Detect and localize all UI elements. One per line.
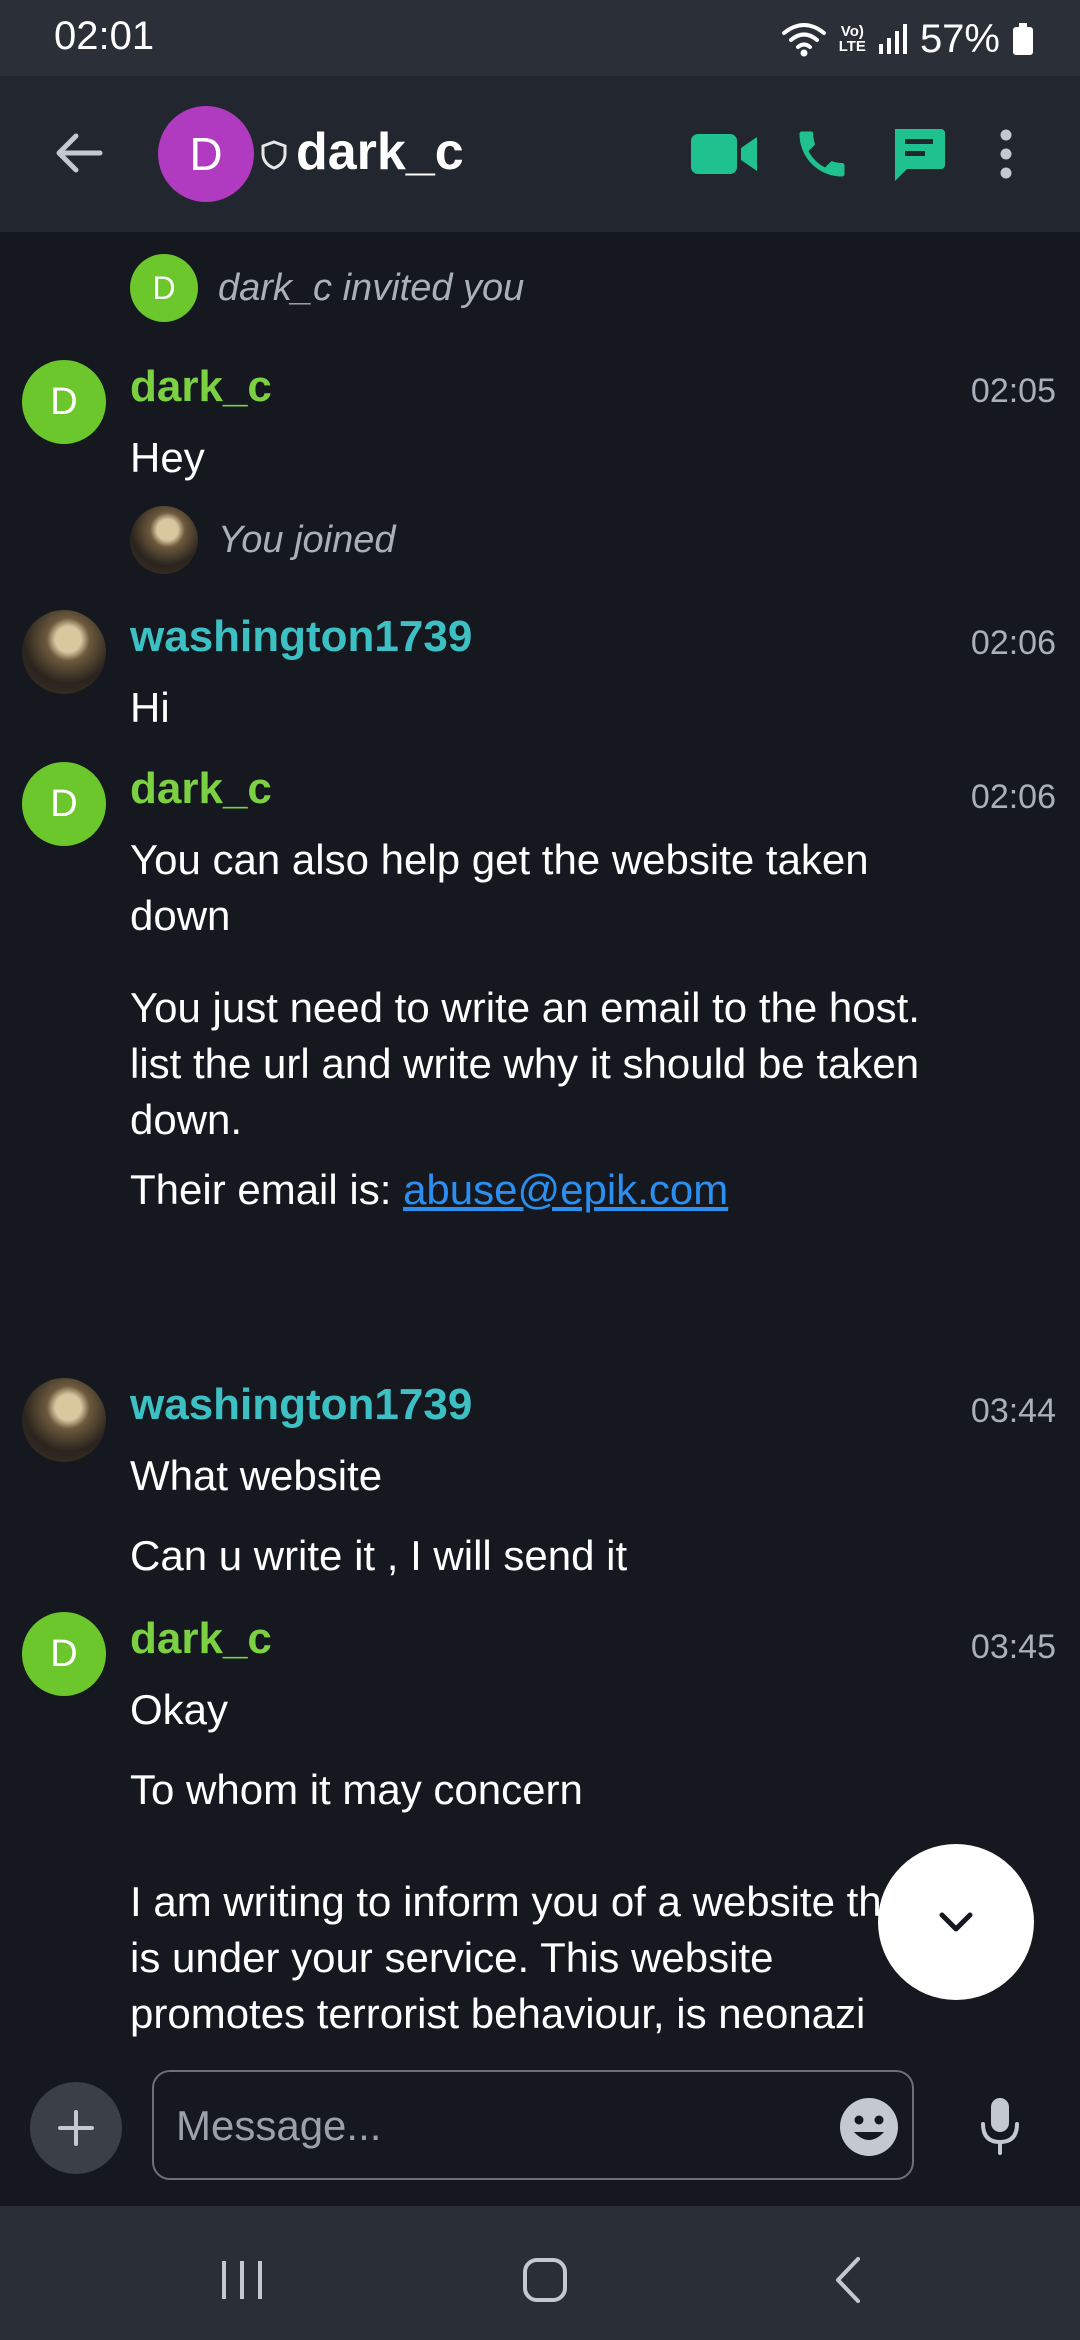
- message-body[interactable]: I am writing to inform you of a website …: [130, 1874, 950, 2042]
- sender-name[interactable]: dark_c: [130, 1614, 272, 1664]
- status-indicators: Vo) LTE 57%: [781, 14, 1034, 64]
- event-avatar: D: [130, 254, 198, 322]
- event-avatar: [130, 506, 198, 574]
- sender-avatar[interactable]: [22, 610, 106, 694]
- system-back-button[interactable]: [808, 2240, 888, 2320]
- battery-icon: [1013, 23, 1033, 55]
- room-avatar[interactable]: D: [158, 106, 254, 202]
- status-time: 02:01: [54, 14, 155, 58]
- threads-button[interactable]: [882, 120, 954, 188]
- message-timestamp: 02:05: [970, 372, 1056, 410]
- battery-percent: 57%: [919, 16, 1000, 61]
- home-button[interactable]: [505, 2240, 585, 2320]
- sender-name[interactable]: washington1739: [130, 1380, 472, 1430]
- sender-avatar[interactable]: D: [22, 360, 106, 444]
- message-body[interactable]: Their email is: abuse@epik.com: [130, 1162, 950, 1218]
- membership-event: D dark_c invited you: [130, 254, 524, 322]
- more-vertical-icon: [1000, 129, 1012, 179]
- composer: Message...: [0, 2070, 1080, 2206]
- message-body[interactable]: You just need to write an email to the h…: [130, 980, 950, 1148]
- emoji-icon[interactable]: [838, 2096, 900, 2158]
- sender-name[interactable]: dark_c: [130, 764, 272, 814]
- chevron-down-icon: [939, 1912, 973, 1932]
- sender-avatar[interactable]: [22, 1378, 106, 1462]
- email-link[interactable]: abuse@epik.com: [403, 1166, 728, 1213]
- room-title[interactable]: dark_c: [296, 122, 464, 182]
- attach-button[interactable]: [30, 2082, 122, 2174]
- more-options-button[interactable]: [982, 120, 1030, 188]
- volte-bottom-label: LTE: [838, 38, 866, 55]
- message-timestamp: 02:06: [970, 624, 1056, 662]
- email-prefix: Their email is:: [130, 1166, 404, 1213]
- volte-top-label: Vo): [840, 23, 864, 40]
- scroll-to-bottom-button[interactable]: [878, 1844, 1034, 2000]
- message-body[interactable]: You can also help get the website taken …: [130, 832, 950, 944]
- message-input-placeholder: Message...: [176, 2102, 382, 2149]
- plus-icon: [58, 2110, 94, 2146]
- recents-button[interactable]: [202, 2240, 282, 2320]
- voice-call-button[interactable]: [786, 120, 858, 188]
- status-bar: 02:01 Vo) LTE 57%: [0, 0, 1080, 76]
- phone-icon: [799, 131, 845, 177]
- event-text: dark_c invited you: [218, 266, 525, 309]
- message-body[interactable]: To whom it may concern: [130, 1762, 950, 1818]
- message-body[interactable]: Hey: [130, 430, 950, 486]
- room-header: D dark_c: [0, 76, 1080, 232]
- event-text: You joined: [218, 518, 396, 561]
- back-arrow-icon: [56, 133, 103, 173]
- message-body[interactable]: Okay: [130, 1682, 950, 1738]
- message-timestamp: 03:44: [970, 1392, 1056, 1430]
- message-timestamp: 03:45: [970, 1628, 1056, 1666]
- sender-avatar[interactable]: D: [22, 762, 106, 846]
- message-body[interactable]: Hi: [130, 680, 950, 736]
- system-navigation-bar: [0, 2206, 1080, 2340]
- back-button[interactable]: [48, 122, 110, 184]
- video-call-button[interactable]: [688, 120, 760, 188]
- message-input[interactable]: Message...: [152, 2070, 914, 2180]
- wifi-icon: [781, 23, 826, 57]
- nav-back-icon: [836, 2257, 860, 2303]
- message-timeline[interactable]: D dark_c invited you D dark_c 02:05 Hey …: [0, 232, 1080, 2070]
- home-icon: [523, 2258, 567, 2302]
- voice-message-button[interactable]: [968, 2090, 1032, 2162]
- sender-name[interactable]: dark_c: [130, 362, 272, 412]
- recents-icon: [222, 2261, 262, 2299]
- message-timestamp: 02:06: [970, 778, 1056, 816]
- signal-icon: [878, 24, 907, 54]
- volte-indicator: Vo) LTE: [839, 24, 866, 54]
- microphone-icon: [981, 2098, 1019, 2155]
- shield-icon: [261, 140, 287, 170]
- video-call-icon: [691, 134, 757, 174]
- message-body[interactable]: What website: [130, 1448, 950, 1504]
- membership-event: You joined: [130, 506, 396, 574]
- sender-name[interactable]: washington1739: [130, 612, 472, 662]
- message-body[interactable]: Can u write it , I will send it: [130, 1528, 950, 1584]
- threads-icon: [895, 129, 945, 181]
- sender-avatar[interactable]: D: [22, 1612, 106, 1696]
